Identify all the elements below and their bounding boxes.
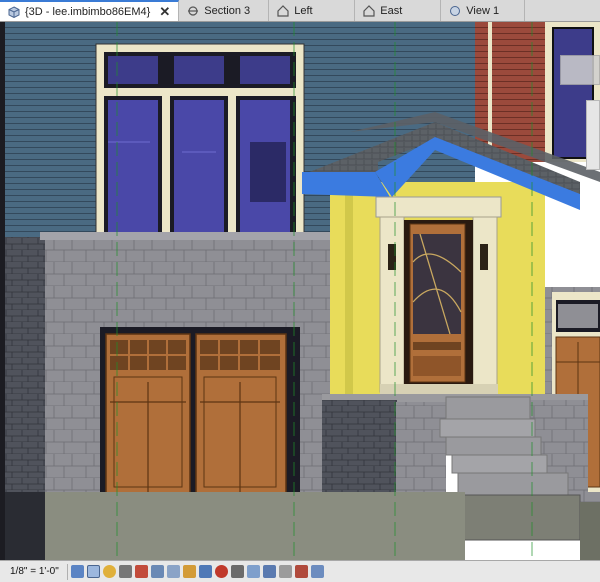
tab-label: {3D - lee.imbimbo86EM4} [25,5,151,18]
tab-section-3[interactable]: Section 3 [179,0,270,21]
reveal-hidden-icon[interactable] [214,565,228,578]
view-control-bar: 1/8" = 1'-0" [0,560,600,582]
upper-window-group [95,43,305,241]
tab-left[interactable]: Left [269,0,356,21]
3d-view-icon [8,5,20,18]
tab-3d-view[interactable]: {3D - lee.imbimbo86EM4} ✕ [0,0,180,21]
tab-label: East [380,4,403,17]
tab-label: View 1 [466,4,500,17]
show-crop-icon[interactable] [166,565,180,578]
elevation-icon [363,4,375,17]
detail-level-icon[interactable] [70,565,84,578]
garage-door [100,327,300,497]
tab-view-1[interactable]: View 1 [441,0,526,21]
navigation-bar[interactable] [586,100,600,170]
tab-label: Left [294,4,313,17]
crop-view-icon[interactable] [150,565,164,578]
tab-east[interactable]: East [355,0,442,21]
view-scale[interactable]: 1/8" = 1'-0" [4,563,68,580]
section-icon [187,5,199,17]
revit-3d-view-window: {3D - lee.imbimbo86EM4} ✕ Section 3 Left… [0,0,600,582]
analytical-model-icon[interactable] [262,565,276,578]
view-tab-bar: {3D - lee.imbimbo86EM4} ✕ Section 3 Left… [0,0,600,22]
tab-label: Section 3 [204,4,251,17]
sun-path-icon[interactable] [102,565,116,578]
elevation-icon [277,4,289,17]
close-icon[interactable]: ✕ [159,5,170,18]
reveal-constraints-icon[interactable] [294,565,308,578]
shadows-icon[interactable] [118,565,132,578]
worksharing-display-icon[interactable] [246,565,260,578]
visual-style-icon[interactable] [86,565,100,578]
foundation [5,492,465,560]
temporary-view-properties-icon[interactable] [230,565,244,578]
view-cube[interactable] [560,55,600,85]
3d-view-icon [449,5,461,17]
highlight-displacement-icon[interactable] [278,565,292,578]
temporary-hide-icon[interactable] [198,565,212,578]
render-icon[interactable] [134,565,148,578]
3d-model-viewport[interactable] [0,22,600,560]
unlock-3d-icon[interactable] [182,565,196,578]
hide-analytical-icon[interactable] [310,565,324,578]
